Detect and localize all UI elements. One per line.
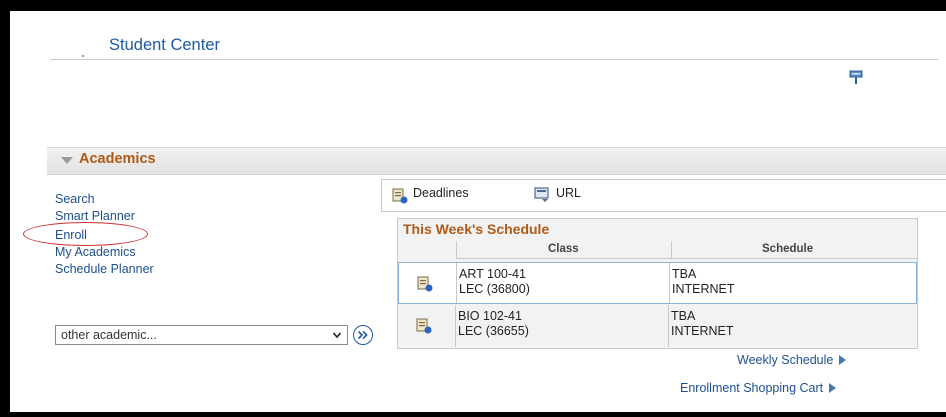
select-value: other academic... — [61, 328, 157, 342]
deadlines-link[interactable]: Deadlines — [413, 186, 469, 200]
academics-title: Academics — [79, 151, 156, 167]
class-section: LEC (36800) — [459, 282, 530, 296]
arrow-right-icon — [829, 383, 837, 393]
schedule-cell: TBA INTERNET — [672, 267, 735, 297]
class-section: LEC (36655) — [458, 324, 529, 338]
go-button[interactable] — [353, 325, 373, 345]
schedule-time: TBA — [671, 309, 696, 323]
schedule-cell: TBA INTERNET — [671, 309, 734, 339]
class-code: BIO 102-41 — [458, 309, 522, 323]
pin-icon[interactable] — [849, 70, 863, 86]
table-row[interactable]: ART 100-41 LEC (36800) TBA INTERNET — [398, 262, 917, 304]
class-details-icon[interactable] — [417, 276, 433, 292]
weekly-schedule-box: This Week's Schedule Class Schedule ART … — [397, 218, 918, 349]
search-link[interactable]: Search — [55, 192, 95, 206]
column-header-schedule: Schedule — [671, 241, 917, 259]
title-divider — [50, 59, 938, 60]
other-academic-select[interactable]: other academic... — [55, 325, 348, 345]
shopping-cart-label: Enrollment Shopping Cart — [680, 381, 824, 395]
schedule-heading: This Week's Schedule — [403, 221, 550, 237]
calendar-icon[interactable] — [392, 188, 408, 204]
class-details-icon[interactable] — [416, 318, 432, 334]
academics-section-header[interactable]: Academics — [47, 147, 946, 175]
my-academics-link[interactable]: My Academics — [55, 245, 136, 259]
class-cell: BIO 102-41 LEC (36655) — [458, 309, 529, 339]
column-header-class: Class — [456, 241, 671, 259]
cell-divider — [455, 305, 456, 347]
chevron-down-icon — [333, 332, 341, 339]
class-cell: ART 100-41 LEC (36800) — [459, 267, 530, 297]
cell-divider — [669, 263, 670, 303]
table-row[interactable]: BIO 102-41 LEC (36655) TBA INTERNET — [398, 305, 917, 347]
class-code: ART 100-41 — [459, 267, 526, 281]
cell-divider — [456, 263, 457, 303]
weekly-schedule-label: Weekly Schedule — [737, 353, 834, 367]
weekly-schedule-link[interactable]: Weekly Schedule — [737, 353, 847, 367]
enrollment-shopping-cart-link[interactable]: Enrollment Shopping Cart — [680, 381, 837, 395]
schedule-location: INTERNET — [671, 324, 734, 338]
url-link[interactable]: URL — [556, 186, 581, 200]
schedule-planner-link[interactable]: Schedule Planner — [55, 262, 154, 276]
enroll-highlight-ellipse — [23, 222, 148, 246]
smart-planner-link[interactable]: Smart Planner — [55, 209, 135, 223]
cell-divider — [668, 305, 669, 347]
arrow-right-icon — [839, 355, 847, 365]
collapse-triangle-icon[interactable] — [61, 157, 73, 164]
schedule-location: INTERNET — [672, 282, 735, 296]
page-title: Student Center — [109, 36, 220, 54]
student-center-page: Student Center Academics Search Smart Pl… — [10, 11, 946, 412]
title-divider-dot — [82, 55, 84, 57]
quick-links-bar: Deadlines URL — [381, 179, 946, 212]
schedule-time: TBA — [672, 267, 697, 281]
url-icon[interactable] — [534, 186, 551, 203]
